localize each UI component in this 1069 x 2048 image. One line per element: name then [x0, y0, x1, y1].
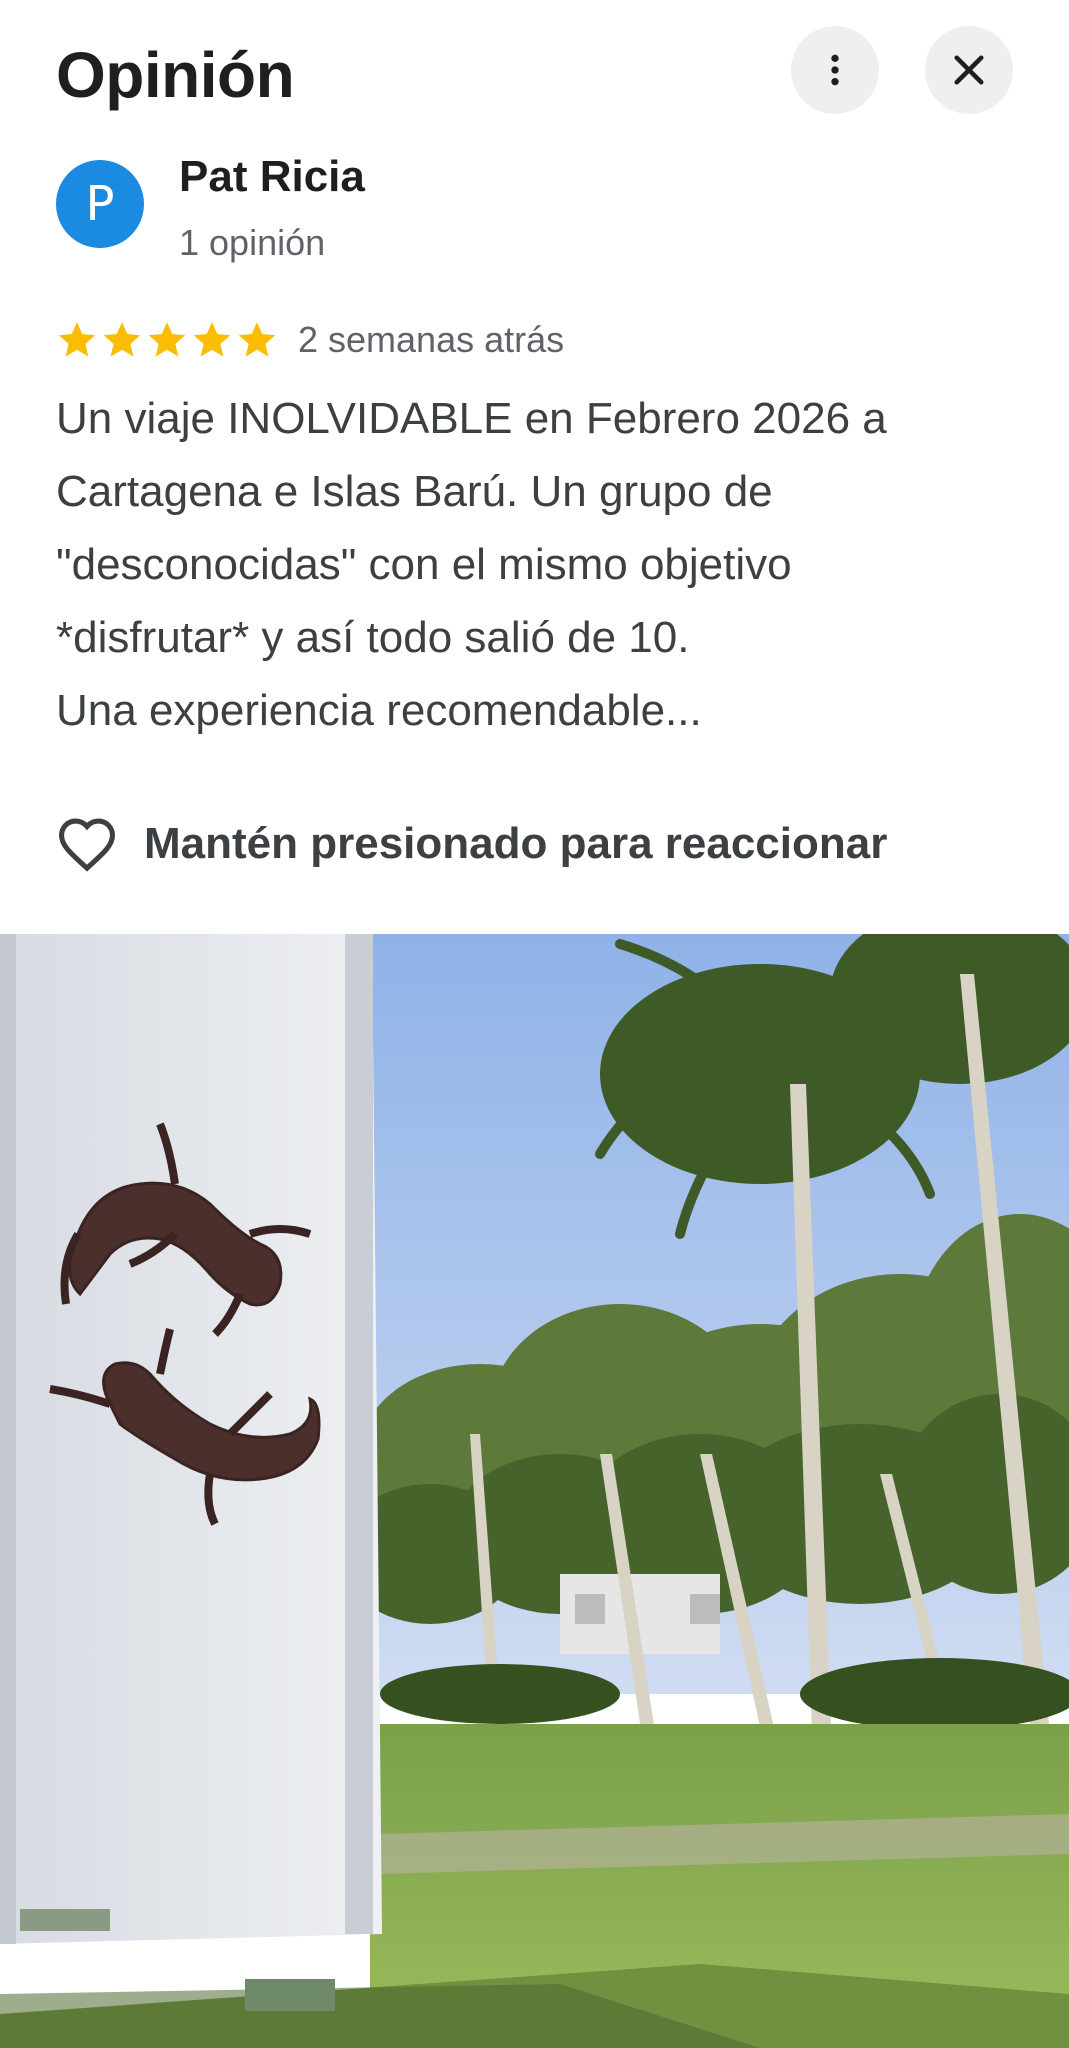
star-icon: [103, 322, 141, 357]
heart-outline-icon: [58, 818, 116, 872]
more-vert-icon: [831, 54, 839, 86]
review-photo[interactable]: [0, 934, 1069, 2048]
close-icon: [954, 55, 984, 85]
react-button[interactable]: Mantén presionado para reaccionar: [56, 812, 887, 876]
star-icon: [238, 322, 276, 357]
star-rating: [56, 319, 278, 361]
star-icon: [193, 322, 231, 357]
review-date: 2 semanas atrás: [298, 319, 565, 360]
close-button[interactable]: [925, 26, 1013, 114]
star-icon: [58, 322, 96, 357]
page-title: Opinión: [56, 39, 295, 111]
more-options-button[interactable]: [791, 26, 879, 114]
star-icon: [148, 322, 186, 357]
react-label: Mantén presionado para reaccionar: [144, 819, 888, 868]
author-review-count: 1 opinión: [179, 222, 326, 263]
author-name[interactable]: Pat Ricia: [179, 152, 365, 202]
avatar[interactable]: P: [56, 160, 144, 248]
author-info[interactable]: P Pat Ricia 1 opinión: [56, 152, 1016, 272]
header: Opinión: [0, 0, 1069, 150]
review-text[interactable]: Un viaje INOLVIDABLE en Febrero 2026 a C…: [56, 382, 1016, 747]
rating-row: 2 semanas atrás: [56, 316, 564, 364]
